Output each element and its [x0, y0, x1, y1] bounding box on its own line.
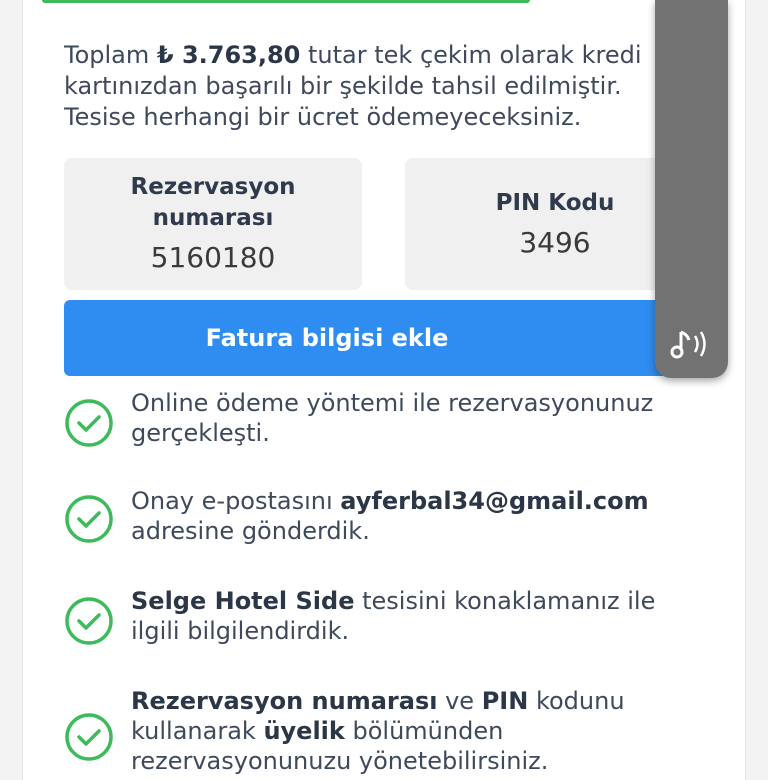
reservation-number-label: Rezervasyon numarası	[130, 174, 296, 231]
check-circle-icon	[65, 495, 113, 543]
membership-link-text: üyelik	[263, 717, 345, 745]
confirmation-text: Online ödeme yöntemi ile rezervasyonunuz…	[131, 389, 654, 447]
total-amount: ₺ 3.763,80	[156, 41, 301, 69]
payment-summary: Toplam ₺ 3.763,80 tutar tek çekim olarak…	[64, 41, 642, 131]
check-circle-icon	[65, 597, 113, 645]
reservation-number-box: Rezervasyon numarası 5160180	[64, 158, 362, 290]
confirmation-text: Onay e-postasını ayferbal34@gmail.com ad…	[131, 487, 649, 545]
accessibility-float-panel[interactable]	[655, 0, 728, 378]
email-address: ayferbal34@gmail.com	[340, 487, 649, 515]
confirmation-text: Rezervasyon numarası ve PIN kodunu kulla…	[131, 687, 625, 775]
reservation-number-value: 5160180	[150, 241, 276, 274]
pin-code-value: 3496	[519, 225, 591, 259]
check-circle-icon	[65, 399, 113, 447]
confirmation-text: Selge Hotel Side tesisini konaklamanız i…	[131, 587, 656, 645]
add-invoice-button[interactable]: Fatura bilgisi ekle	[64, 300, 704, 376]
pin-code-label: PIN Kodu	[495, 189, 615, 216]
check-circle-icon	[65, 713, 113, 761]
hotel-name: Selge Hotel Side	[131, 587, 355, 615]
success-banner-edge	[42, 0, 530, 3]
audio-note-icon[interactable]	[667, 326, 715, 362]
